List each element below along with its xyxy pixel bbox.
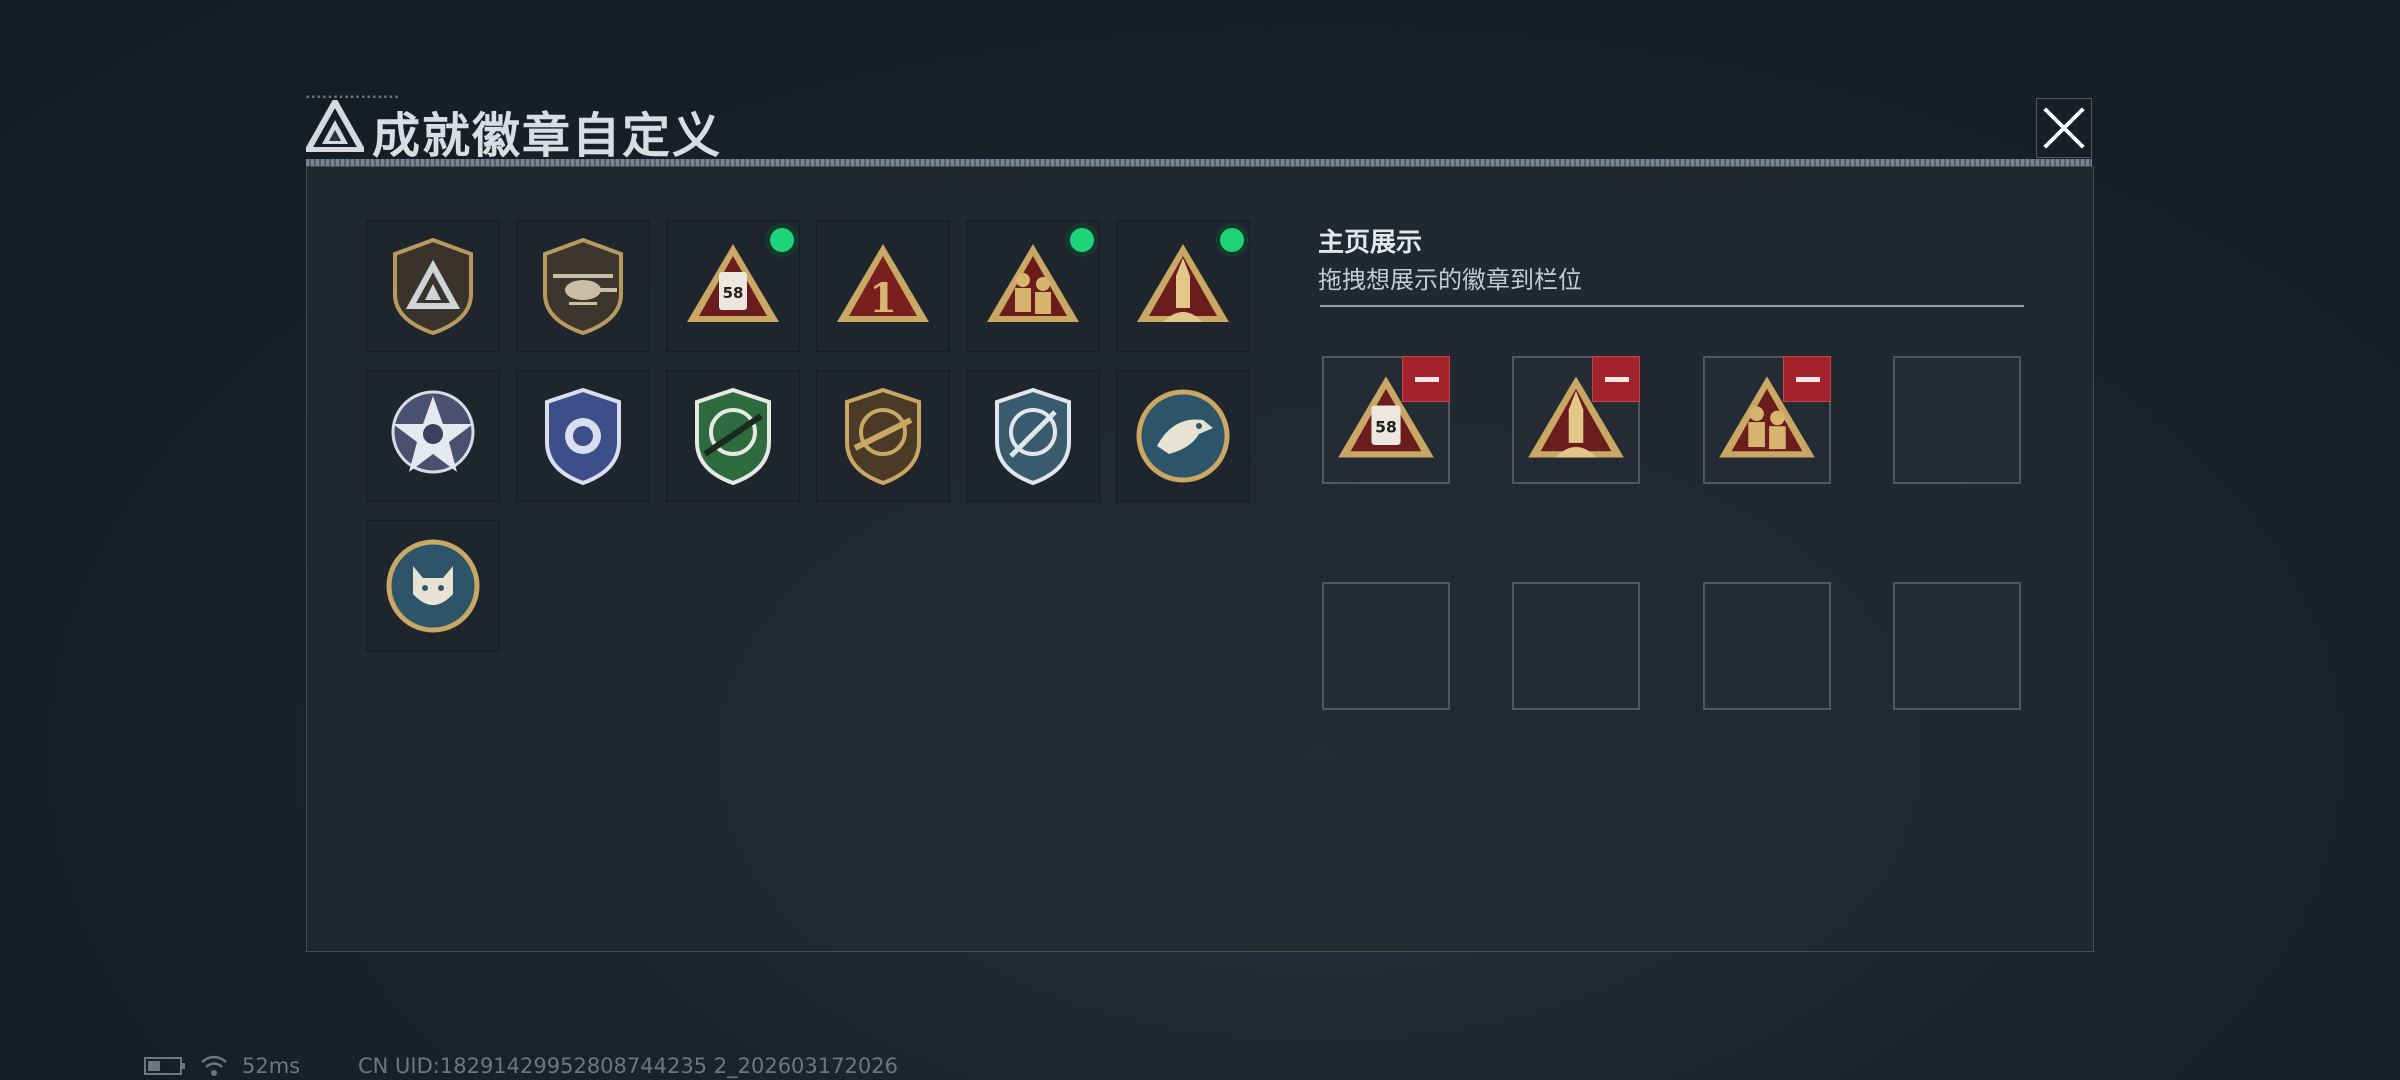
page-title: 成就徽章自定义 bbox=[372, 110, 723, 163]
badge-item[interactable] bbox=[516, 220, 650, 352]
badge-item[interactable] bbox=[966, 220, 1100, 352]
triangle-logo-icon bbox=[306, 100, 364, 152]
showcase-slot-empty[interactable] bbox=[1703, 582, 1831, 710]
wifi-icon bbox=[201, 1055, 227, 1076]
showcase-slot[interactable]: 58 bbox=[1322, 356, 1450, 484]
uid-text: CN UID:18291429952808744235 2_2026031720… bbox=[358, 1054, 898, 1078]
equipped-indicator bbox=[770, 228, 794, 252]
blue-shield-emblem-icon bbox=[545, 387, 621, 486]
remove-badge-button[interactable] bbox=[1592, 356, 1640, 402]
showcase-subtitle: 拖拽想展示的徽章到栏位 bbox=[1318, 267, 1582, 294]
badge-item[interactable] bbox=[1116, 370, 1250, 502]
badge-item[interactable] bbox=[816, 370, 950, 502]
dialog-header: ▪▪▪▪▪▪▪▪▪▪▪▪▪▪▪▪▪ 成就徽章自定义 bbox=[296, 92, 2096, 164]
badge-item[interactable]: 1 bbox=[816, 220, 950, 352]
showcase-slot-empty[interactable] bbox=[1893, 582, 2021, 710]
badge-item[interactable]: 58 bbox=[666, 220, 800, 352]
showcase-divider bbox=[1320, 305, 2024, 307]
close-icon bbox=[2043, 107, 2085, 149]
ping-text: 52ms bbox=[242, 1054, 301, 1078]
battery-icon bbox=[144, 1057, 185, 1075]
bronze-crosshair-rifle-icon bbox=[845, 387, 921, 486]
badge-item[interactable] bbox=[1116, 220, 1250, 352]
showcase-slot-empty[interactable] bbox=[1893, 356, 2021, 484]
ration-can-label: 58 bbox=[1375, 418, 1397, 436]
badge-item[interactable] bbox=[366, 220, 500, 352]
showcase-slot[interactable] bbox=[1512, 356, 1640, 484]
badge-item[interactable] bbox=[666, 370, 800, 502]
equipped-indicator bbox=[1070, 228, 1094, 252]
showcase-title: 主页展示 bbox=[1318, 227, 1423, 257]
remove-badge-button[interactable] bbox=[1783, 356, 1831, 402]
helicopter-shield-icon bbox=[543, 237, 623, 336]
showcase-slot[interactable] bbox=[1703, 356, 1831, 484]
blue-crosshair-knife-icon bbox=[995, 387, 1071, 486]
ration-can-triangle-icon: 58 bbox=[687, 244, 779, 322]
showcase-slot-empty[interactable] bbox=[1322, 582, 1450, 710]
green-crosshair-rifle-icon bbox=[695, 387, 771, 486]
rocket-triangle-icon bbox=[1137, 244, 1229, 322]
ration-can-label: 58 bbox=[723, 284, 744, 302]
badge-item[interactable] bbox=[366, 520, 500, 652]
badge-item[interactable] bbox=[966, 370, 1100, 502]
number-one-label: 1 bbox=[869, 275, 897, 322]
equipped-indicator bbox=[1220, 228, 1244, 252]
eagle-medal-icon bbox=[1136, 389, 1230, 483]
soldiers-triangle-icon bbox=[987, 244, 1079, 322]
number-one-triangle-icon: 1 bbox=[837, 244, 929, 322]
header-divider bbox=[306, 159, 2092, 166]
badge-item[interactable] bbox=[516, 370, 650, 502]
wolf-medal-icon bbox=[386, 539, 480, 633]
triangle-logo-shield-icon bbox=[393, 237, 473, 336]
close-button[interactable] bbox=[2036, 98, 2092, 158]
remove-badge-button[interactable] bbox=[1402, 356, 1450, 402]
showcase-slot-empty[interactable] bbox=[1512, 582, 1640, 710]
badge-item[interactable] bbox=[366, 370, 500, 502]
star-medal-icon bbox=[391, 390, 475, 474]
